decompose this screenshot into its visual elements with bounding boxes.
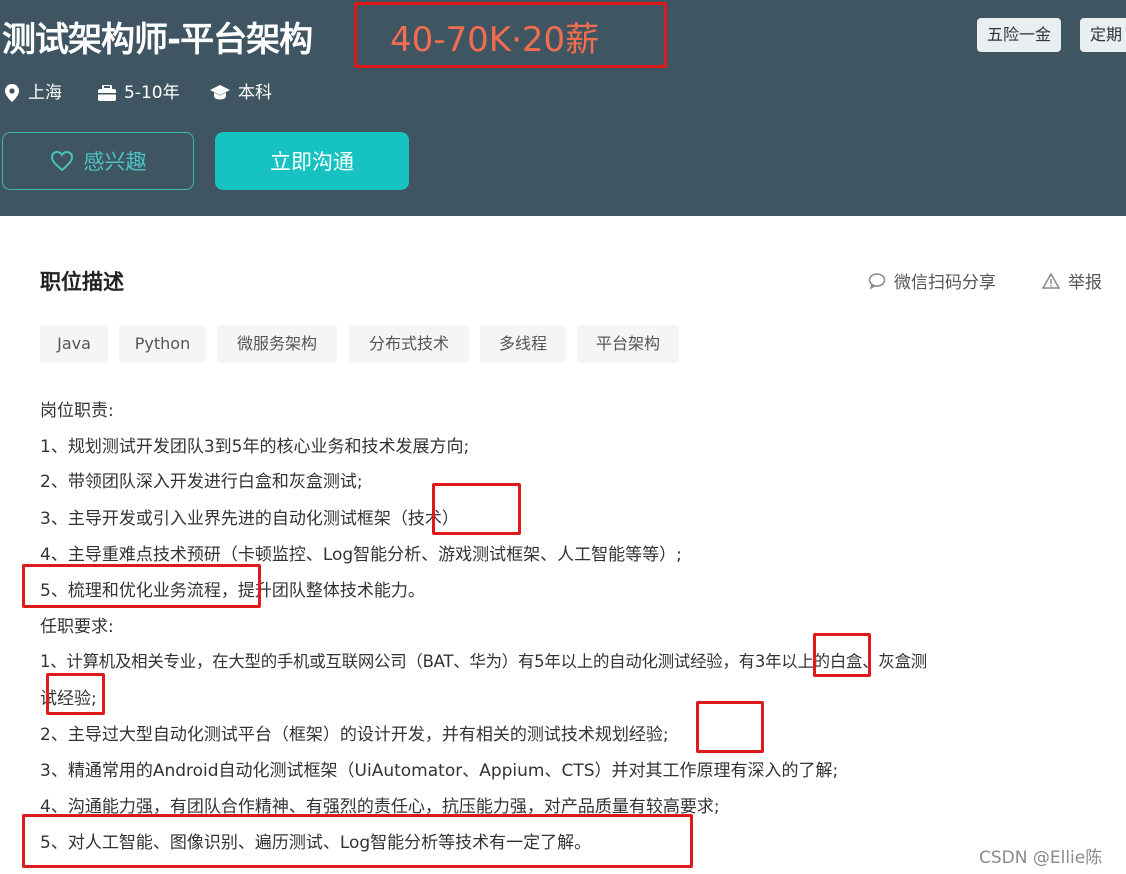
graduation-cap-icon xyxy=(210,85,230,100)
highlight-box xyxy=(813,633,871,677)
highlight-box xyxy=(696,701,764,753)
education-label: 本科 xyxy=(238,83,272,103)
share-label: 微信扫码分享 xyxy=(894,273,996,293)
description-line: 1、计算机及相关专业，在大型的手机或互联网公司（BAT、华为）有5年以上的自动化… xyxy=(40,652,927,671)
benefit-tag: 定期 xyxy=(1080,18,1126,52)
highlight-box xyxy=(22,564,261,608)
job-title: 测试架构师-平台架构 xyxy=(2,20,313,60)
description-line: 4、主导重难点技术预研（卡顿监控、Log智能分析、游戏测试框架、人工智能等等）; xyxy=(40,545,682,565)
description-line: 2、带领团队深入开发进行白盒和灰盒测试; xyxy=(40,472,363,492)
skill-tag[interactable]: 分布式技术 xyxy=(349,325,469,363)
share-link[interactable]: 微信扫码分享 xyxy=(868,268,996,293)
interest-button[interactable]: 感兴趣 xyxy=(2,132,194,190)
chat-now-button[interactable]: 立即沟通 xyxy=(215,132,409,190)
experience: 5-10年 xyxy=(98,80,180,106)
skill-tag[interactable]: 平台架构 xyxy=(577,325,679,363)
highlight-box xyxy=(432,483,521,535)
description-line: 1、规划测试开发团队3到5年的核心业务和技术发展方向; xyxy=(40,437,470,457)
description-line: 3、主导开发或引入业界先进的自动化测试框架（技术） xyxy=(40,509,459,529)
heart-icon xyxy=(50,150,73,172)
benefit-tag: 五险一金 xyxy=(977,18,1062,52)
experience-label: 5-10年 xyxy=(124,83,180,103)
watermark: CSDN @Ellie陈 xyxy=(979,848,1103,868)
report-link[interactable]: 举报 xyxy=(1042,268,1102,293)
interest-button-label: 感兴趣 xyxy=(83,150,147,174)
location: 上海 xyxy=(4,80,62,106)
location-pin-icon xyxy=(5,84,19,102)
section-title: 职位描述 xyxy=(40,270,124,294)
skill-tag[interactable]: Java xyxy=(40,325,108,363)
skill-tag[interactable]: 多线程 xyxy=(480,325,566,363)
warning-icon xyxy=(1042,272,1060,289)
responsibilities-heading: 岗位职责: xyxy=(40,401,114,421)
chat-bubble-icon xyxy=(868,272,886,289)
skill-tag[interactable]: Python xyxy=(119,325,206,363)
briefcase-icon xyxy=(98,85,116,101)
skill-tag[interactable]: 微服务架构 xyxy=(217,325,337,363)
highlight-box xyxy=(354,2,667,68)
highlight-box xyxy=(46,673,105,715)
highlight-box xyxy=(22,814,693,868)
location-label: 上海 xyxy=(28,83,62,103)
requirements-heading: 任职要求: xyxy=(40,617,114,637)
description-line: 3、精通常用的Android自动化测试框架（UiAutomator、Appium… xyxy=(40,761,839,781)
report-label: 举报 xyxy=(1068,273,1102,293)
description-line: 2、主导过大型自动化测试平台（框架）的设计开发，并有相关的测试技术规划经验; xyxy=(40,725,669,745)
education: 本科 xyxy=(210,80,272,106)
